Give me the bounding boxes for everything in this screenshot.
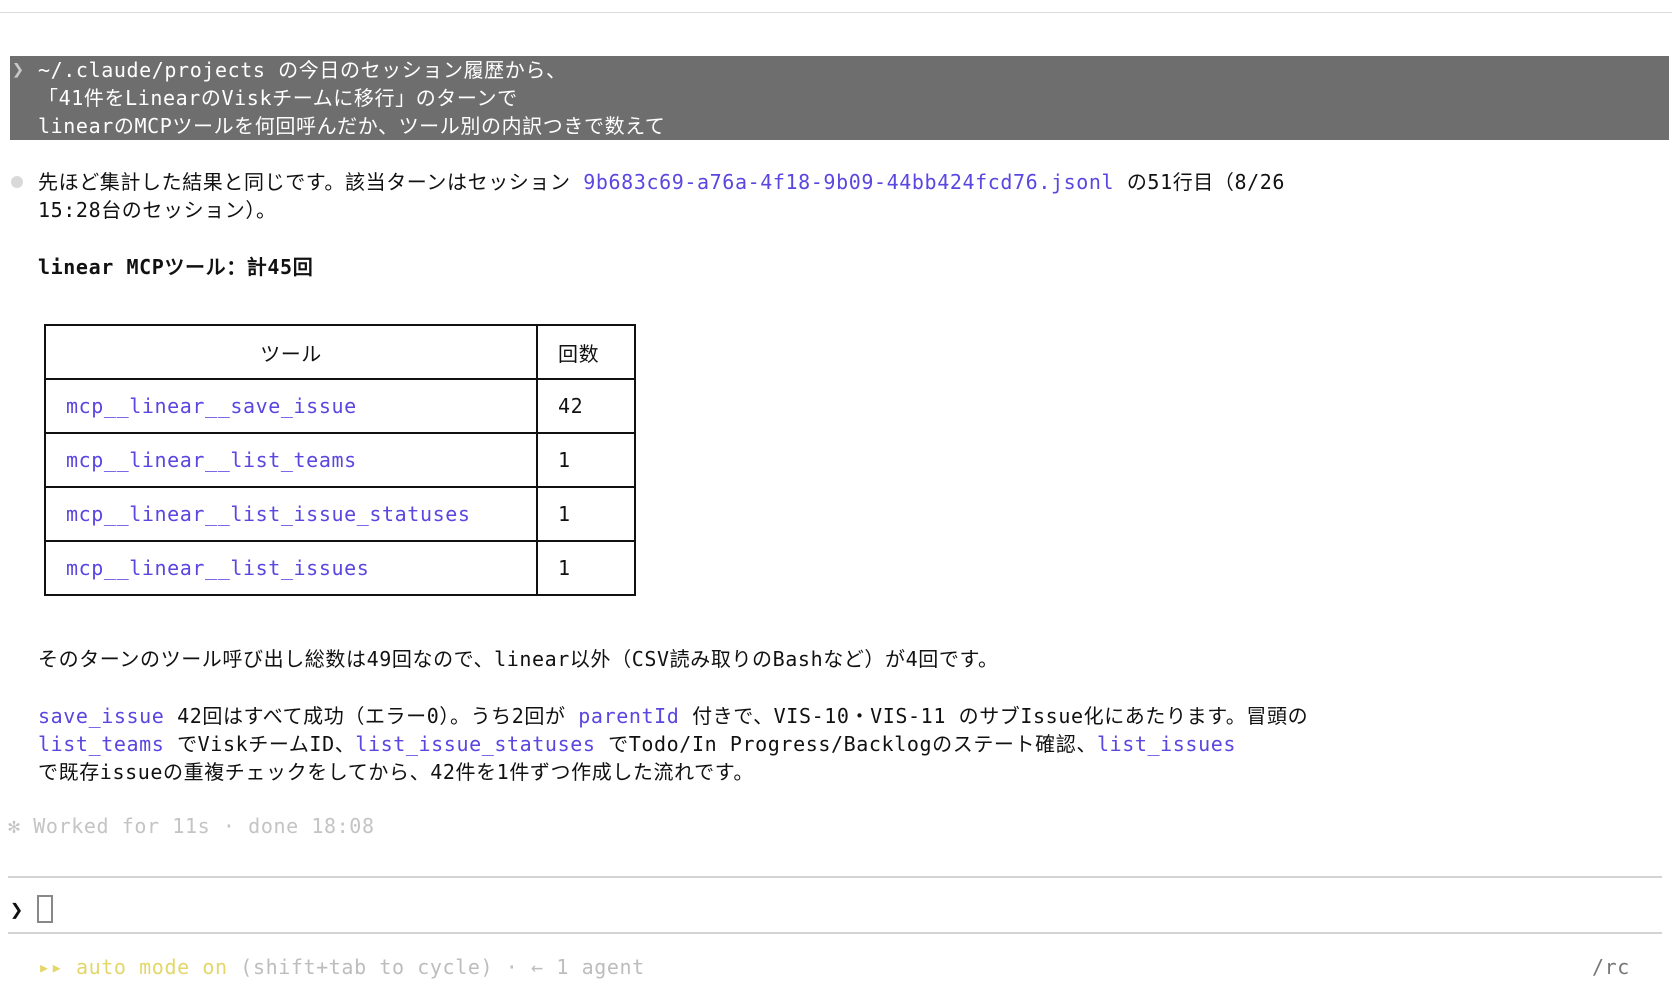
tool-name-cell: mcp__linear__save_issue bbox=[44, 378, 538, 434]
prompt-line: 「41件をLinearのViskチームに移行」のターンで bbox=[38, 86, 518, 110]
response-text: 先ほど集計した結果と同じです。該当ターンはセッション bbox=[38, 170, 584, 194]
table-header-row: ツール 回数 bbox=[44, 324, 636, 380]
mode-hint: (shift+tab to cycle) · ← 1 agent bbox=[227, 955, 645, 979]
code-parent-id: parentId bbox=[578, 704, 680, 728]
table-row: mcp__linear__list_teams 1 bbox=[44, 432, 636, 488]
code-list-teams: list_teams bbox=[38, 732, 165, 756]
rc-shortcut: /rc bbox=[1592, 955, 1630, 979]
detail-line: で既存issueの重複チェックをしてから、42件を1件ずつ作成した流れです。 bbox=[38, 760, 754, 784]
prompt-text: ~/.claude/projects の今日のセッション履歴から、 「41件をL… bbox=[38, 56, 665, 140]
table-row: mcp__linear__save_issue 42 bbox=[44, 378, 636, 434]
tool-name-cell: mcp__linear__list_teams bbox=[44, 432, 538, 488]
status-bar: ▸▸ auto mode on (shift+tab to cycle) · ←… bbox=[38, 953, 645, 981]
tool-name-cell: mcp__linear__list_issues bbox=[44, 540, 538, 596]
count-cell: 42 bbox=[536, 378, 636, 434]
code-list-issues: list_issues bbox=[1096, 732, 1236, 756]
summary-paragraph: そのターンのツール呼び出し総数は49回なので、linear以外（CSV読み取りの… bbox=[38, 647, 999, 671]
total-heading: linear MCPツール：計45回 bbox=[38, 255, 314, 279]
detail-text: でViskチームID、 bbox=[164, 732, 356, 756]
response-line: 先ほど集計した結果と同じです。該当ターンはセッション 9b683c69-a76a… bbox=[38, 168, 1285, 196]
response-text: の51行目（8/26 bbox=[1114, 170, 1286, 194]
input-prompt-chevron-icon: ❯ bbox=[10, 898, 24, 923]
top-divider bbox=[0, 12, 1672, 13]
column-header-count: 回数 bbox=[536, 324, 636, 380]
tool-count-table: ツール 回数 mcp__linear__save_issue 42 mcp__l… bbox=[44, 324, 636, 596]
column-header-tool: ツール bbox=[44, 324, 538, 380]
fast-forward-icon: ▸▸ bbox=[38, 955, 64, 979]
code-list-issue-statuses: list_issue_statuses bbox=[355, 732, 596, 756]
session-file-link[interactable]: 9b683c69-a76a-4f18-9b09-44bb424fcd76.jso… bbox=[583, 170, 1114, 194]
detail-text: 付きで、VIS-10・VIS-11 のサブIssue化にあたります。冒頭の bbox=[679, 704, 1309, 728]
prompt-chevron-icon: ❯ bbox=[12, 57, 25, 81]
detail-line: list_teams でViskチームID、list_issue_statuse… bbox=[38, 730, 1236, 758]
prompt-line: linearのMCPツールを何回呼んだか、ツール別の内訳つきで数えて bbox=[38, 114, 666, 138]
table-row: mcp__linear__list_issue_statuses 1 bbox=[44, 486, 636, 542]
tool-name-cell: mcp__linear__list_issue_statuses bbox=[44, 486, 538, 542]
table-row: mcp__linear__list_issues 1 bbox=[44, 540, 636, 596]
count-cell: 1 bbox=[536, 432, 636, 488]
detail-line: save_issue 42回はすべて成功（エラー0）。うち2回が parentI… bbox=[38, 702, 1308, 730]
input-top-divider bbox=[8, 876, 1662, 878]
response-bullet-icon bbox=[11, 176, 23, 188]
detail-text: 42回はすべて成功（エラー0）。うち2回が bbox=[164, 704, 579, 728]
code-save-issue: save_issue bbox=[38, 704, 165, 728]
response-line: 15:28台のセッション）。 bbox=[38, 198, 277, 222]
input-cursor[interactable] bbox=[37, 895, 53, 923]
user-prompt-block: ❯ ~/.claude/projects の今日のセッション履歴から、 「41件… bbox=[10, 56, 1669, 140]
input-bottom-divider bbox=[8, 932, 1662, 934]
prompt-line: ~/.claude/projects の今日のセッション履歴から、 bbox=[38, 58, 567, 82]
worked-status: ✻ Worked for 11s · done 18:08 bbox=[8, 814, 375, 838]
detail-text: でTodo/In Progress/Backlogのステート確認、 bbox=[595, 732, 1097, 756]
count-cell: 1 bbox=[536, 486, 636, 542]
auto-mode-indicator[interactable]: auto mode on bbox=[76, 955, 228, 979]
count-cell: 1 bbox=[536, 540, 636, 596]
